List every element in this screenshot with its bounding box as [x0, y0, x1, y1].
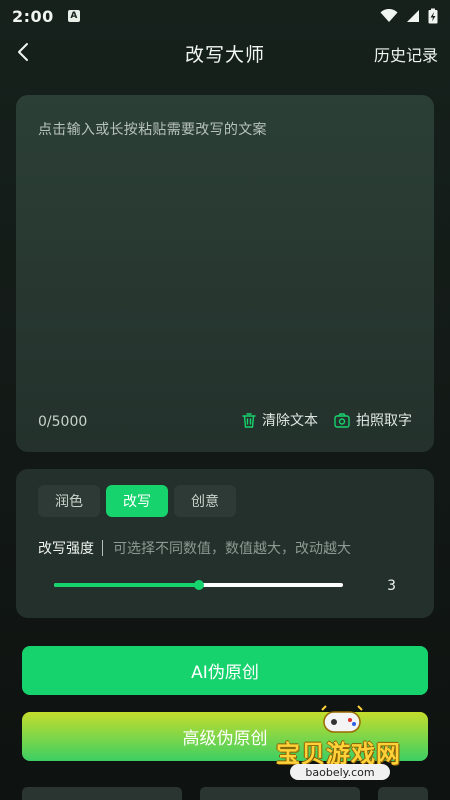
photo-ocr-button[interactable]: 拍照取字 [334, 410, 412, 430]
clear-text-label: 清除文本 [262, 413, 318, 429]
signal-icon [407, 10, 419, 22]
camera-icon [334, 412, 350, 428]
text-input-card[interactable]: 点击输入或长按粘贴需要改写的文案 0/5000 清除文本 拍照取字 [16, 95, 434, 452]
tab-creative[interactable]: 创意 [174, 485, 236, 517]
tab-polish[interactable]: 润色 [38, 485, 100, 517]
page-title: 改写大师 [184, 43, 265, 66]
bottom-strip-middle[interactable] [200, 787, 360, 800]
back-chevron-icon[interactable] [12, 40, 36, 64]
gamepad-mascot-icon [321, 705, 363, 733]
strength-slider[interactable] [54, 580, 343, 590]
bottom-strip-left[interactable] [22, 787, 182, 800]
wifi-icon [380, 9, 398, 22]
slider-thumb[interactable] [193, 580, 204, 590]
bottom-tab-strips [0, 787, 450, 800]
strength-row: 改写强度 可选择不同数值，数值越大，改动越大 [38, 538, 351, 558]
mode-tabs: 润色 改写 创意 [38, 485, 236, 517]
slider-fill [54, 583, 199, 587]
tab-rewrite[interactable]: 改写 [106, 485, 168, 517]
bottom-strip-right[interactable] [378, 787, 428, 800]
nav-bar: 改写大师 历史记录 [0, 32, 450, 74]
input-actions: 清除文本 拍照取字 [242, 410, 412, 430]
battery-charging-icon [428, 8, 438, 24]
history-link[interactable]: 历史记录 [374, 42, 438, 66]
strength-hint: 可选择不同数值，数值越大，改动越大 [113, 541, 351, 557]
trash-icon [242, 412, 256, 428]
status-icons [380, 8, 438, 24]
char-count: 0/5000 [38, 414, 88, 430]
status-time: 2:00 [12, 6, 54, 26]
text-input-placeholder[interactable]: 点击输入或长按粘贴需要改写的文案 [38, 119, 267, 139]
accessibility-a-icon: A [67, 10, 80, 22]
watermark: 宝贝游戏网 baobely.com [268, 704, 428, 784]
status-bar: 2:00 A [0, 0, 450, 32]
strength-divider [102, 540, 103, 556]
clear-text-button[interactable]: 清除文本 [242, 410, 318, 430]
ai-rewrite-button[interactable]: AI伪原创 [22, 646, 428, 695]
strength-value: 3 [387, 578, 396, 594]
photo-ocr-label: 拍照取字 [356, 413, 412, 429]
strength-label: 改写强度 [38, 541, 94, 557]
rewrite-options-card: 润色 改写 创意 改写强度 可选择不同数值，数值越大，改动越大 3 [16, 469, 434, 618]
watermark-url: baobely.com [290, 764, 390, 780]
